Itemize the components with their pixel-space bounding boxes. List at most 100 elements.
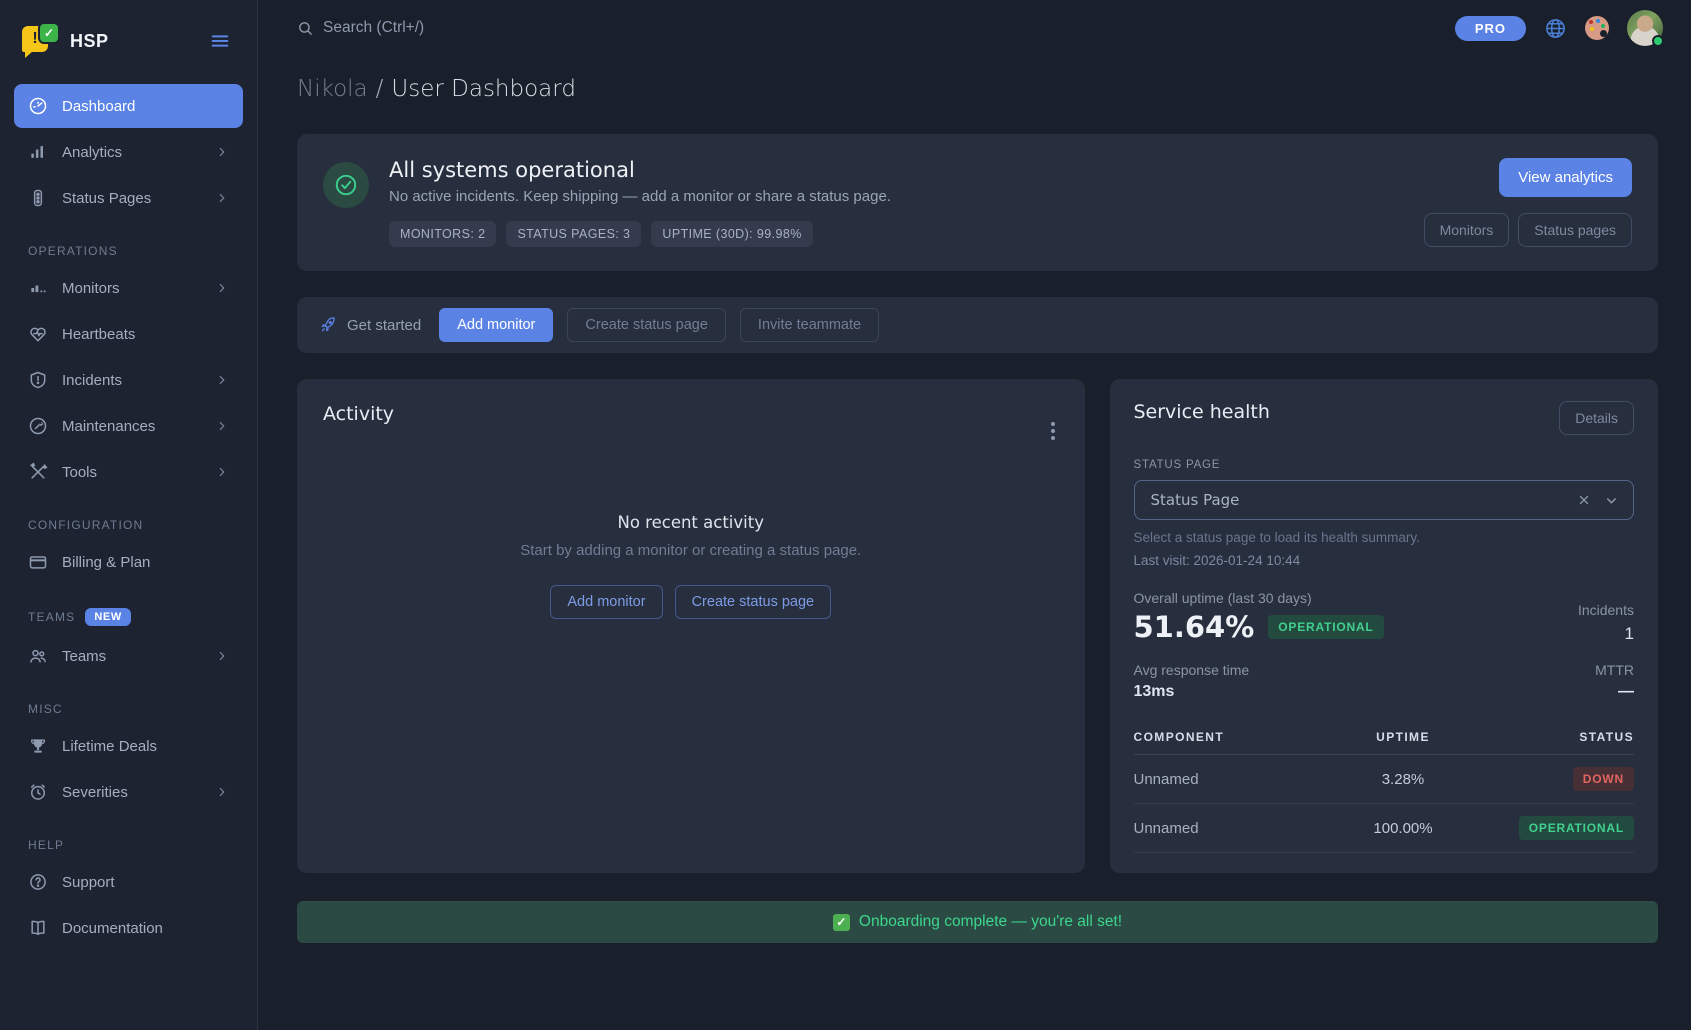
incidents-value: 1 (1578, 624, 1634, 644)
sidebar-item-documentation[interactable]: Documentation (14, 906, 243, 950)
components-table-header: COMPONENT UPTIME STATUS (1134, 721, 1635, 755)
chevron-right-icon (215, 281, 229, 295)
user-avatar[interactable] (1627, 10, 1663, 46)
chevron-down-icon[interactable] (1604, 493, 1619, 508)
activity-card: Activity No recent activity Start by add… (297, 379, 1085, 873)
sidebar-item-support[interactable]: Support (14, 860, 243, 904)
operational-status-badge: OPERATIONAL (1519, 816, 1634, 840)
sidebar-item-dashboard[interactable]: Dashboard (14, 84, 243, 128)
add-monitor-button[interactable]: Add monitor (439, 308, 553, 342)
trophy-icon (28, 736, 48, 756)
sidebar-item-billing[interactable]: Billing & Plan (14, 540, 243, 584)
chevron-right-icon (215, 785, 229, 799)
brand-row: ! ✓ HSP (0, 16, 257, 76)
service-health-title: Service health (1134, 401, 1270, 423)
globe-icon[interactable] (1544, 17, 1567, 40)
kebab-menu-icon[interactable] (1047, 415, 1059, 447)
sidebar-item-severities[interactable]: Severities (14, 770, 243, 814)
activity-empty-state: No recent activity Start by adding a mon… (323, 513, 1059, 619)
wrench-circle-icon (28, 416, 48, 436)
table-row[interactable]: Unnamed 100.00% OPERATIONAL (1134, 804, 1635, 853)
hero-actions: View analytics Monitors Status pages (1424, 158, 1632, 247)
component-name: Unnamed (1134, 771, 1327, 788)
sidebar-item-status-pages[interactable]: Status Pages (14, 176, 243, 220)
sidebar-item-maintenances[interactable]: Maintenances (14, 404, 243, 448)
monitors-button[interactable]: Monitors (1424, 213, 1510, 247)
sidebar-item-incidents[interactable]: Incidents (14, 358, 243, 402)
chevron-right-icon (215, 465, 229, 479)
status-pages-button[interactable]: Status pages (1518, 213, 1632, 247)
system-status-summary: All systems operational No active incide… (323, 158, 1424, 247)
status-page-select[interactable]: Status Page (1134, 480, 1635, 520)
operational-badge: OPERATIONAL (1268, 615, 1383, 639)
brand-name: HSP (70, 31, 205, 52)
chevron-right-icon (215, 419, 229, 433)
search-input[interactable]: Search (Ctrl+/) (297, 19, 1455, 37)
incidents-label: Incidents (1578, 602, 1634, 618)
mttr-value: — (1595, 683, 1634, 701)
breadcrumb-parent[interactable]: Nikola (297, 76, 368, 102)
sidebar-section-operations: OPERATIONS (0, 244, 257, 258)
uptime-label: Overall uptime (last 30 days) (1134, 590, 1384, 606)
rocket-icon (319, 316, 337, 334)
sidebar-section-teams: TEAMS NEW (0, 608, 257, 626)
sidebar-item-label: Lifetime Deals (62, 738, 229, 755)
monitors-chart-icon (28, 278, 48, 298)
incidents-stat: Incidents 1 (1578, 602, 1634, 644)
sidebar-item-lifetime-deals[interactable]: Lifetime Deals (14, 724, 243, 768)
sidebar-item-monitors[interactable]: Monitors (14, 266, 243, 310)
sidebar-item-label: Tools (62, 464, 215, 481)
online-status-dot (1652, 35, 1664, 47)
sidebar-nav: Dashboard Analytics Status Pages OPERATI… (0, 76, 257, 950)
sidebar-item-heartbeats[interactable]: Heartbeats (14, 312, 243, 356)
clear-selection-icon[interactable] (1577, 493, 1591, 507)
shield-alert-icon (28, 370, 48, 390)
component-uptime: 3.28% (1326, 771, 1480, 788)
pro-badge[interactable]: PRO (1455, 16, 1526, 41)
status-pages-count-chip: STATUS PAGES: 3 (506, 221, 641, 247)
activity-title: Activity (323, 403, 1059, 425)
uptime-column-header: UPTIME (1326, 730, 1480, 744)
invite-teammate-button[interactable]: Invite teammate (740, 308, 879, 342)
get-started-label: Get started (319, 316, 421, 334)
operational-check-icon (323, 162, 369, 208)
add-monitor-button[interactable]: Add monitor (550, 585, 662, 619)
components-table: COMPONENT UPTIME STATUS Unnamed 3.28% DO… (1134, 721, 1635, 853)
view-analytics-button[interactable]: View analytics (1499, 158, 1632, 197)
mttr-label: MTTR (1595, 662, 1634, 678)
overall-uptime-stat: Overall uptime (last 30 days) 51.64% OPE… (1134, 590, 1384, 644)
users-icon (28, 646, 48, 666)
empty-state-title: No recent activity (323, 513, 1059, 532)
mttr-stat: MTTR — (1595, 662, 1634, 701)
theme-palette-icon[interactable] (1585, 16, 1609, 40)
uptime-value: 51.64% (1134, 610, 1255, 644)
new-badge: NEW (85, 608, 130, 626)
sidebar-item-label: Billing & Plan (62, 554, 229, 571)
create-status-page-button[interactable]: Create status page (567, 308, 726, 342)
sidebar-item-label: Status Pages (62, 190, 215, 207)
sidebar-item-teams[interactable]: Teams (14, 634, 243, 678)
down-status-badge: DOWN (1573, 767, 1634, 791)
details-button[interactable]: Details (1559, 401, 1634, 435)
selected-status-page: Status Page (1151, 491, 1578, 509)
hamburger-icon[interactable] (205, 26, 235, 56)
sidebar-section-misc: MISC (0, 702, 257, 716)
empty-state-subtitle: Start by adding a monitor or creating a … (323, 542, 1059, 559)
sidebar-item-analytics[interactable]: Analytics (14, 130, 243, 174)
traffic-light-icon (28, 188, 48, 208)
gauge-icon (28, 96, 48, 116)
sidebar-item-label: Severities (62, 784, 215, 801)
sidebar-item-label: Dashboard (62, 98, 229, 115)
alarm-clock-icon (28, 782, 48, 802)
chevron-right-icon (215, 649, 229, 663)
check-icon: ✓ (833, 914, 850, 931)
sidebar-item-tools[interactable]: Tools (14, 450, 243, 494)
get-started-bar: Get started Add monitor Create status pa… (297, 297, 1658, 353)
system-status-title: All systems operational (389, 158, 891, 182)
status-page-field-label: STATUS PAGE (1134, 459, 1635, 471)
table-row[interactable]: Unnamed 3.28% DOWN (1134, 755, 1635, 804)
create-status-page-button[interactable]: Create status page (675, 585, 832, 619)
chevron-right-icon (215, 373, 229, 387)
sidebar: ! ✓ HSP Dashboard Analytics Status Pages (0, 0, 258, 1030)
sidebar-item-label: Monitors (62, 280, 215, 297)
